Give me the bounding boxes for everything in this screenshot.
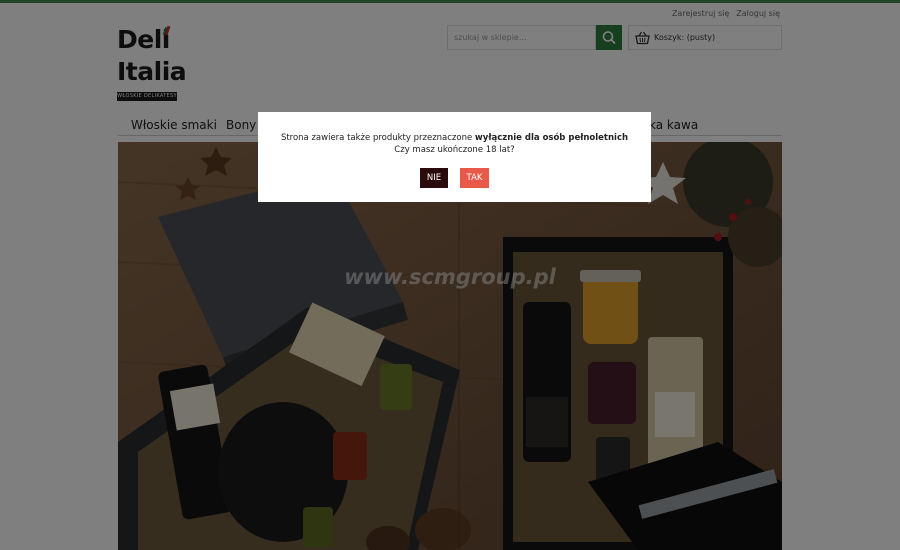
modal-backdrop: [0, 0, 900, 550]
no-button[interactable]: NIE: [420, 168, 448, 188]
age-warning-text-bold: wyłącznie dla osób pełnoletnich: [474, 133, 629, 143]
age-warning-text: Strona zawiera także produkty przeznaczo…: [258, 133, 651, 143]
age-verification-dialog: Strona zawiera także produkty przeznaczo…: [258, 112, 651, 202]
yes-button[interactable]: TAK: [460, 168, 489, 188]
age-warning-text-regular: Strona zawiera także produkty przeznaczo…: [280, 133, 475, 143]
age-question: Czy masz ukończone 18 lat?: [394, 145, 515, 155]
